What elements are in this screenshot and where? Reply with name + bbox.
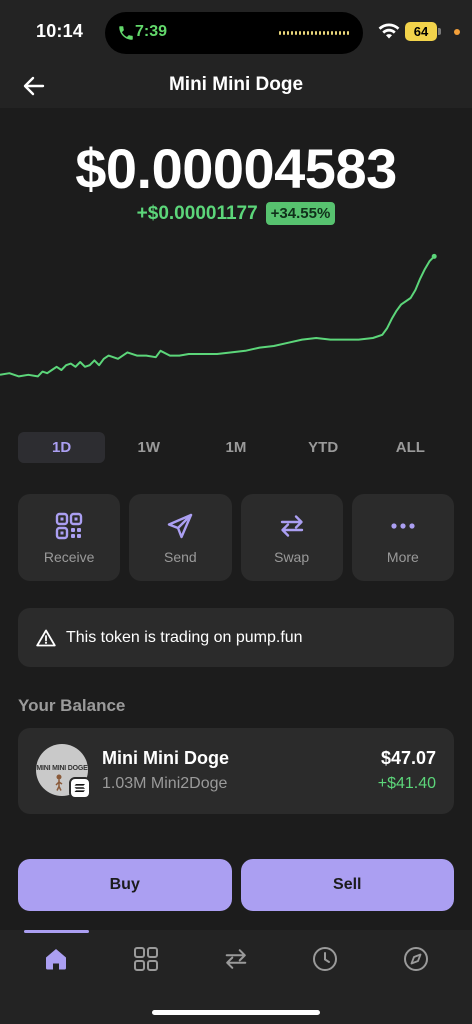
- tab-explore[interactable]: [398, 943, 434, 975]
- tab-home[interactable]: [38, 943, 74, 975]
- swap-button[interactable]: Swap: [240, 494, 343, 581]
- dynamic-island[interactable]: 7:39: [105, 12, 363, 54]
- token-balance-card[interactable]: MINI MINI DOGE Mini Mini Doge 1.03M Mini…: [18, 728, 454, 814]
- token-name: Mini Mini Doge: [102, 748, 229, 768]
- status-time: 10:14: [36, 21, 84, 41]
- sell-button[interactable]: Sell: [240, 859, 454, 911]
- qr-code-icon: [54, 511, 84, 541]
- price-change-badge: +34.55%: [265, 202, 336, 225]
- page-title: Mini Mini Doge: [168, 74, 304, 95]
- receive-button[interactable]: Receive: [18, 494, 121, 581]
- wifi-icon: [378, 23, 400, 39]
- price-line: [0, 255, 435, 378]
- clock-icon: [313, 947, 337, 971]
- send-label: Send: [164, 548, 197, 565]
- tab-swap[interactable]: [218, 943, 254, 975]
- token-value-change: +$41.40: [377, 775, 436, 792]
- solana-chain-icon: [69, 777, 91, 799]
- balance-heading: Your Balance: [18, 696, 126, 715]
- header: Mini Mini Doge: [0, 64, 472, 108]
- home-icon: [46, 949, 66, 970]
- token-amount: 1.03M Mini2Doge: [102, 775, 228, 792]
- active-tab-indicator: [24, 930, 89, 933]
- status-bar: 10:14 7:39 64: [0, 0, 472, 64]
- pump-fun-warning[interactable]: This token is trading on pump.fun: [18, 608, 454, 667]
- range-tabs: 1D 1W 1M YTD ALL: [18, 432, 454, 464]
- range-tab-ytd[interactable]: YTD: [280, 432, 367, 463]
- battery-indicator: 64: [405, 22, 437, 41]
- range-tab-1w[interactable]: 1W: [105, 432, 192, 463]
- price-chart[interactable]: [0, 250, 472, 410]
- range-tab-1m[interactable]: 1M: [192, 432, 279, 463]
- audio-wave-icon: [279, 31, 349, 35]
- price-change-row: +$0.00001177 +34.55%: [0, 202, 472, 225]
- buy-button[interactable]: Buy: [18, 859, 232, 911]
- grid-icon: [134, 947, 158, 971]
- warning-icon: [36, 629, 56, 646]
- token-price: $0.00004583: [75, 137, 397, 200]
- token-value: $47.07: [380, 748, 436, 768]
- call-duration: 7:39: [135, 23, 168, 40]
- send-button[interactable]: Send: [129, 494, 232, 581]
- trade-buttons: Buy Sell: [18, 859, 454, 911]
- privacy-indicator-dot: [454, 29, 460, 35]
- swap-icon: [277, 511, 307, 541]
- action-buttons: Receive Send Swap More: [18, 494, 454, 581]
- compass-icon: [404, 947, 428, 971]
- receive-label: Receive: [43, 548, 95, 565]
- send-icon: [165, 511, 195, 541]
- swap-icon: [225, 949, 247, 969]
- more-label: More: [386, 548, 419, 565]
- bottom-tab-bar: [0, 930, 472, 1024]
- range-tab-1d[interactable]: 1D: [18, 432, 106, 463]
- range-tab-all[interactable]: ALL: [367, 432, 454, 463]
- phone-icon: [119, 26, 133, 40]
- price-change-amount: +$0.00001177: [136, 202, 258, 224]
- more-icon: [388, 511, 418, 541]
- home-indicator: [152, 1010, 320, 1015]
- more-button[interactable]: More: [351, 494, 454, 581]
- warning-text: This token is trading on pump.fun: [66, 628, 303, 646]
- tab-activity[interactable]: [307, 943, 343, 975]
- battery-nub: [438, 28, 441, 35]
- current-price-dot: [431, 253, 437, 259]
- tab-collectibles[interactable]: [128, 943, 164, 975]
- swap-label: Swap: [274, 548, 310, 565]
